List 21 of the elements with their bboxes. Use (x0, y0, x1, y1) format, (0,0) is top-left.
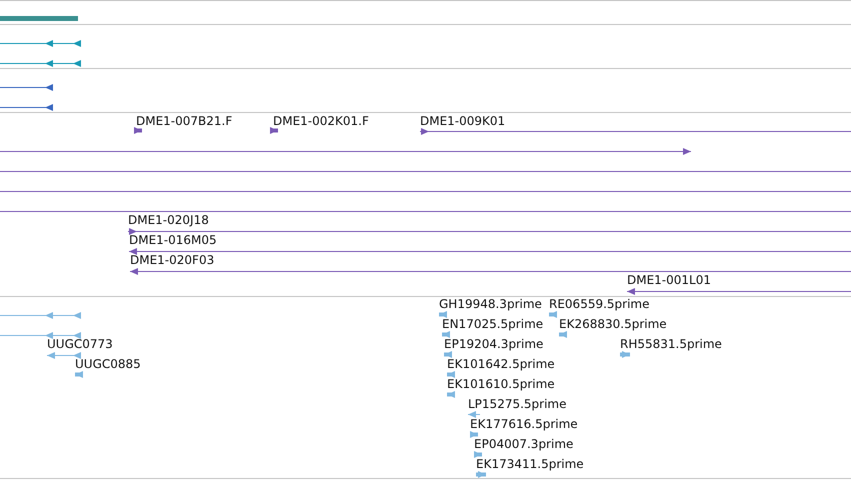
feature-label: RH55831.5prime (620, 337, 722, 351)
feature-label: EP19204.3prime (444, 337, 544, 351)
feature-label: EK101642.5prime (447, 357, 555, 371)
feature-label: EK101610.5prime (447, 377, 555, 391)
feature-label: EK177616.5prime (470, 417, 578, 431)
feature-label: DME1-007B21.F (136, 114, 232, 128)
feature-label: DME1-016M05 (129, 233, 217, 247)
feature-label: DME1-020J18 (128, 213, 209, 227)
feature-label: DME1-020F03 (130, 253, 214, 267)
feature-label: DME1-001L01 (627, 273, 711, 287)
feature-label: LP15275.5prime (468, 397, 567, 411)
feature-label: EK173411.5prime (476, 457, 584, 471)
feature-label: DME1-009K01 (420, 114, 506, 128)
feature-label: UUGC0885 (75, 357, 141, 371)
feature-label: UUGC0773 (47, 337, 113, 351)
feature-label: EK268830.5prime (559, 317, 667, 331)
feature-label: RE06559.5prime (549, 297, 650, 311)
feature-label: DME1-002K01.F (273, 114, 369, 128)
feature-label: EP04007.3prime (474, 437, 574, 451)
feature-label: EN17025.5prime (442, 317, 544, 331)
feature-label: GH19948.3prime (439, 297, 542, 311)
